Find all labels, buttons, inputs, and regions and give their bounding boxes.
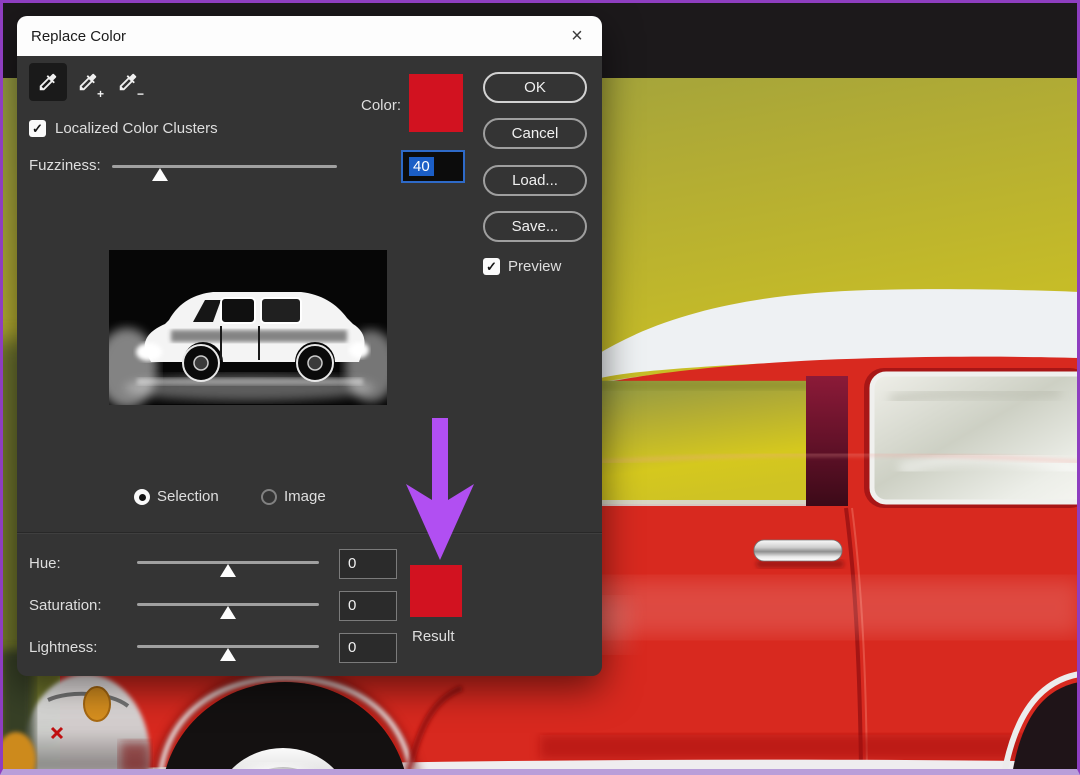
selection-radio-label: Selection xyxy=(157,488,219,505)
fuzziness-input[interactable]: 40 xyxy=(401,150,465,183)
fuzziness-slider-thumb[interactable] xyxy=(152,168,168,181)
preview-thumbnail[interactable] xyxy=(109,250,387,405)
radio-dot xyxy=(139,494,146,501)
save-button[interactable]: Save... xyxy=(483,211,587,242)
preview-label: Preview xyxy=(508,258,561,275)
hue-label: Hue: xyxy=(29,555,61,572)
color-swatch[interactable] xyxy=(409,74,463,132)
check-icon: ✓ xyxy=(486,259,497,275)
fuzziness-label: Fuzziness: xyxy=(29,157,101,174)
hue-input[interactable]: 0 xyxy=(339,549,397,579)
fuzziness-slider-track[interactable] xyxy=(112,165,337,168)
localized-clusters-checkbox[interactable]: ✓ xyxy=(29,120,46,137)
hue-slider-thumb[interactable] xyxy=(220,564,236,577)
eyedropper-icon xyxy=(37,71,59,93)
result-label: Result xyxy=(412,628,455,645)
lightness-input[interactable]: 0 xyxy=(339,633,397,663)
eyedropper-subtract-tool-button[interactable]: − xyxy=(109,63,147,101)
plus-glyph: + xyxy=(97,88,104,100)
ok-button[interactable]: OK xyxy=(483,72,587,103)
dialog-title: Replace Color xyxy=(31,28,126,45)
fuzziness-value: 40 xyxy=(409,157,434,176)
result-swatch[interactable] xyxy=(410,565,462,617)
hue-value: 0 xyxy=(348,555,356,572)
replace-color-dialog: Replace Color × + − ✓ Localized Color Cl… xyxy=(17,16,602,676)
eyedropper-tool-button[interactable] xyxy=(29,63,67,101)
saturation-input[interactable]: 0 xyxy=(339,591,397,621)
saturation-value: 0 xyxy=(348,597,356,614)
eyedropper-add-tool-button[interactable]: + xyxy=(69,63,107,101)
lightness-slider-thumb[interactable] xyxy=(220,648,236,661)
dialog-titlebar[interactable]: Replace Color × xyxy=(17,16,602,56)
eyedropper-subtract-icon xyxy=(117,71,139,93)
check-icon: ✓ xyxy=(32,121,43,137)
screenshot-root: Replace Color × + − ✓ Localized Color Cl… xyxy=(0,0,1080,775)
cancel-button[interactable]: Cancel xyxy=(483,118,587,149)
minus-glyph: − xyxy=(137,88,144,100)
preview-checkbox[interactable]: ✓ xyxy=(483,258,500,275)
localized-clusters-label: Localized Color Clusters xyxy=(55,120,218,137)
image-radio[interactable] xyxy=(261,489,277,505)
image-radio-label: Image xyxy=(284,488,326,505)
color-label: Color: xyxy=(307,97,401,114)
section-divider xyxy=(17,532,602,534)
lightness-label: Lightness: xyxy=(29,639,97,656)
selection-radio[interactable] xyxy=(134,489,150,505)
saturation-label: Saturation: xyxy=(29,597,102,614)
lightness-value: 0 xyxy=(348,639,356,656)
load-button[interactable]: Load... xyxy=(483,165,587,196)
close-icon[interactable]: × xyxy=(562,21,592,51)
eyedropper-add-icon xyxy=(77,71,99,93)
saturation-slider-thumb[interactable] xyxy=(220,606,236,619)
selection-mask-image xyxy=(109,250,387,405)
